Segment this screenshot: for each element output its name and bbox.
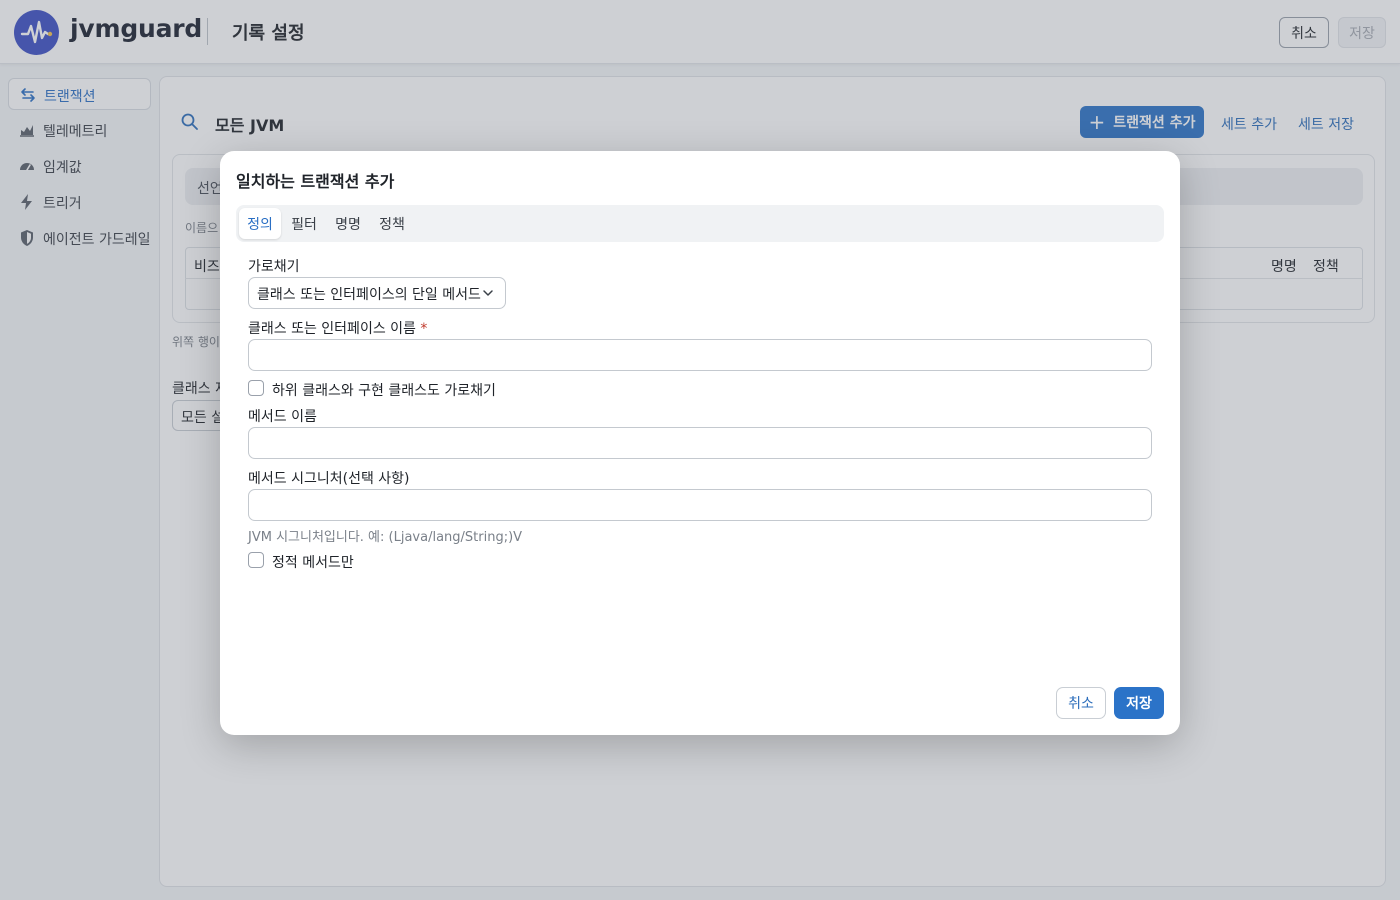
class-name-input[interactable] — [248, 339, 1152, 371]
subclass-checkbox-label[interactable]: 하위 클래스와 구현 클래스도 가로채기 — [272, 380, 496, 400]
tab-filter[interactable]: 필터 — [286, 208, 322, 239]
dialog-title: 일치하는 트랜잭션 추가 — [236, 172, 395, 191]
static-only-checkbox-label[interactable]: 정적 메서드만 — [272, 552, 354, 572]
interceptor-label: 가로채기 — [248, 259, 300, 275]
method-signature-label: 메서드 시그니처(선택 사항) — [248, 471, 410, 487]
method-signature-help: JVM 시그니처입니다. 예: (Ljava/lang/String;)V — [248, 530, 523, 545]
tab-naming[interactable]: 명명 — [330, 208, 366, 239]
dialog-cancel-button[interactable]: 취소 — [1056, 687, 1106, 719]
method-name-input[interactable] — [248, 427, 1152, 459]
dialog-save-button[interactable]: 저장 — [1114, 687, 1164, 719]
method-signature-input[interactable] — [248, 489, 1152, 521]
class-name-label: 클래스 또는 인터페이스 이름 * — [248, 318, 427, 338]
static-only-checkbox[interactable] — [248, 552, 264, 568]
class-name-label-text: 클래스 또는 인터페이스 이름 — [248, 321, 416, 337]
method-name-label: 메서드 이름 — [248, 409, 317, 425]
interceptor-select-value: 클래스 또는 인터페이스의 단일 메서드 — [257, 287, 481, 303]
required-mark: * — [420, 321, 428, 337]
tab-policy[interactable]: 정책 — [374, 208, 410, 239]
subclass-checkbox[interactable] — [248, 380, 264, 396]
chevron-down-icon — [480, 285, 496, 305]
tab-definition[interactable]: 정의 — [239, 208, 281, 239]
